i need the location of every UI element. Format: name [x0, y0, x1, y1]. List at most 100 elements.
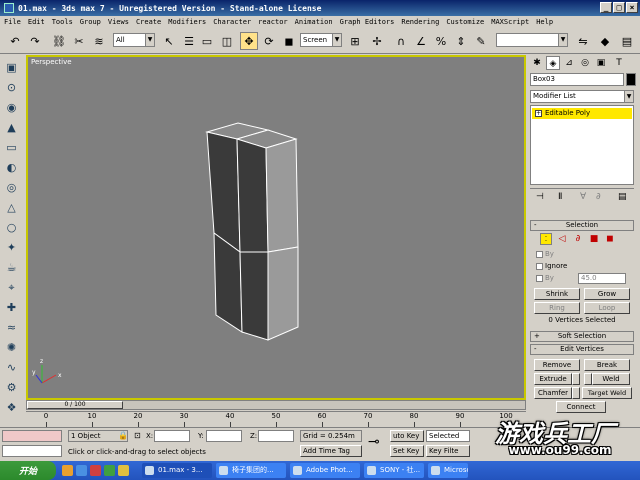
- absolute-mode-icon[interactable]: ⊡: [134, 431, 141, 440]
- key-filters-button[interactable]: Key Filte: [426, 445, 470, 457]
- task-sony[interactable]: SONY - 社...: [364, 463, 424, 478]
- bind-space-warp-icon[interactable]: ≋: [90, 32, 108, 50]
- by-angle-checkbox[interactable]: By: [536, 274, 554, 282]
- box-icon[interactable]: ▣: [3, 59, 20, 76]
- select-and-manipulate-icon[interactable]: ✢: [368, 32, 386, 50]
- configure-modifier-sets-icon[interactable]: ▤: [618, 192, 627, 202]
- select-and-rotate-icon[interactable]: ⟳: [260, 32, 278, 50]
- select-object-icon[interactable]: ↖: [160, 32, 178, 50]
- window-crossing-icon[interactable]: ◫: [218, 32, 236, 50]
- angle-value-field[interactable]: 45.0: [578, 273, 626, 284]
- menu-customize[interactable]: Customize: [446, 18, 484, 26]
- show-end-result-icon[interactable]: Ⅱ: [558, 192, 562, 202]
- stack-item-editable-poly[interactable]: + Editable Poly: [532, 108, 632, 119]
- menu-graph-editors[interactable]: Graph Editors: [340, 18, 395, 26]
- add-time-tag-button[interactable]: Add Time Tag: [300, 445, 362, 457]
- grow-button[interactable]: Grow: [584, 288, 630, 300]
- mirror-icon[interactable]: ⇋: [574, 32, 592, 50]
- utilities-tab-icon[interactable]: T: [612, 56, 626, 70]
- target-weld-button[interactable]: Target Weld: [582, 387, 632, 399]
- time-slider[interactable]: 0 / 100: [26, 400, 526, 410]
- spacewarp-icon[interactable]: ≈: [3, 319, 20, 336]
- menu-maxscript[interactable]: MAXScript: [491, 18, 529, 26]
- spinner-snap-icon[interactable]: ⇕: [452, 32, 470, 50]
- edit-vertices-rollout-header[interactable]: - Edit Vertices: [530, 344, 634, 355]
- menu-group[interactable]: Group: [80, 18, 101, 26]
- modifier-list-dropdown[interactable]: Modifier List ▼: [530, 90, 634, 103]
- select-and-scale-icon[interactable]: ◼: [280, 32, 298, 50]
- object-name-field[interactable]: Box03: [530, 73, 624, 86]
- polygon-mode-icon[interactable]: ■: [588, 233, 600, 245]
- hierarchy-tab-icon[interactable]: ⊿: [562, 56, 576, 70]
- curve-editor-icon[interactable]: ▤: [618, 32, 636, 50]
- border-mode-icon[interactable]: ∂: [572, 233, 584, 245]
- quicklaunch-media-icon[interactable]: [90, 465, 101, 476]
- menu-file[interactable]: File: [4, 18, 21, 26]
- y-coordinate-field[interactable]: [206, 430, 242, 442]
- element-mode-icon[interactable]: ◼: [604, 233, 616, 245]
- x-coordinate-field[interactable]: [154, 430, 190, 442]
- reference-coordinate-dropdown[interactable]: Screen ▼: [300, 33, 342, 47]
- maxscript-listener-mini[interactable]: [2, 430, 62, 442]
- menu-views[interactable]: Views: [108, 18, 129, 26]
- helper-icon[interactable]: ✚: [3, 299, 20, 316]
- percent-snap-icon[interactable]: %: [432, 32, 450, 50]
- pin-stack-icon[interactable]: ⊣: [536, 192, 544, 202]
- particle-icon[interactable]: ✺: [3, 339, 20, 356]
- key-icon[interactable]: ⊸: [368, 434, 380, 450]
- rectangular-selection-icon[interactable]: ▭: [198, 32, 216, 50]
- shrink-button[interactable]: Shrink: [534, 288, 580, 300]
- camera-icon[interactable]: ⌖: [3, 279, 20, 296]
- systems-icon[interactable]: ⚙: [3, 379, 20, 396]
- quicklaunch-ie-icon[interactable]: [76, 465, 87, 476]
- motion-tab-icon[interactable]: ◎: [578, 56, 592, 70]
- snap-toggle-icon[interactable]: ∩: [392, 32, 410, 50]
- menu-help[interactable]: Help: [536, 18, 553, 26]
- create-tab-icon[interactable]: ✱: [530, 56, 544, 70]
- perspective-viewport[interactable]: Perspective x z y: [26, 55, 526, 400]
- track-bar[interactable]: 0 10 20 30 40 50 60 70 80 90 100: [26, 411, 526, 427]
- weld-button[interactable]: Weld: [592, 373, 630, 385]
- task-browser[interactable]: 椅子集团的...: [216, 463, 286, 478]
- torus-icon[interactable]: ○: [3, 219, 20, 236]
- light-icon[interactable]: ✦: [3, 239, 20, 256]
- undo-icon[interactable]: ↶: [6, 32, 24, 50]
- weld-settings-button[interactable]: [584, 373, 592, 385]
- ring-button[interactable]: Ring: [534, 302, 580, 314]
- named-selection-sets-dropdown[interactable]: ▼: [496, 33, 568, 47]
- set-key-button[interactable]: Set Key: [390, 445, 424, 457]
- shape-icon[interactable]: ∿: [3, 359, 20, 376]
- lock-icon[interactable]: 🔒: [118, 431, 128, 440]
- redo-icon[interactable]: ↷: [26, 32, 44, 50]
- select-by-name-icon[interactable]: ☰: [180, 32, 198, 50]
- quicklaunch-desktop-icon[interactable]: [62, 465, 73, 476]
- key-mode-dropdown[interactable]: Selected: [426, 430, 470, 442]
- task-microsoft[interactable]: Microsoft...: [428, 463, 468, 478]
- plane-icon[interactable]: ▭: [3, 139, 20, 156]
- quicklaunch-messenger-icon[interactable]: [104, 465, 115, 476]
- menu-create[interactable]: Create: [136, 18, 161, 26]
- chamfer-settings-button[interactable]: [572, 387, 580, 399]
- quicklaunch-folder-icon[interactable]: [118, 465, 129, 476]
- selection-rollout-header[interactable]: - Selection: [530, 220, 634, 231]
- extrude-settings-button[interactable]: [572, 373, 580, 385]
- cylinder-icon[interactable]: ⊙: [3, 79, 20, 96]
- loop-button[interactable]: Loop: [584, 302, 630, 314]
- maximize-button[interactable]: □: [613, 2, 625, 13]
- auto-key-button[interactable]: uto Key: [390, 430, 424, 442]
- remove-button[interactable]: Remove: [534, 359, 580, 371]
- geosphere-icon[interactable]: ◐: [3, 159, 20, 176]
- pyramid-icon[interactable]: △: [3, 199, 20, 216]
- align-icon[interactable]: ◆: [596, 32, 614, 50]
- sphere-icon[interactable]: ◉: [3, 99, 20, 116]
- teapot-icon[interactable]: ☕: [3, 259, 20, 276]
- object-color-swatch[interactable]: [626, 73, 636, 86]
- display-tab-icon[interactable]: ▣: [594, 56, 608, 70]
- modifier-stack[interactable]: + Editable Poly: [530, 105, 634, 185]
- select-and-move-icon[interactable]: ✥: [240, 32, 258, 50]
- menu-modifiers[interactable]: Modifiers: [168, 18, 206, 26]
- time-slider-thumb[interactable]: 0 / 100: [27, 401, 123, 409]
- task-photoshop[interactable]: Adobe Phot...: [290, 463, 360, 478]
- task-3dsmax[interactable]: 01.max - 3...: [142, 463, 212, 478]
- compound-icon[interactable]: ❖: [3, 399, 20, 416]
